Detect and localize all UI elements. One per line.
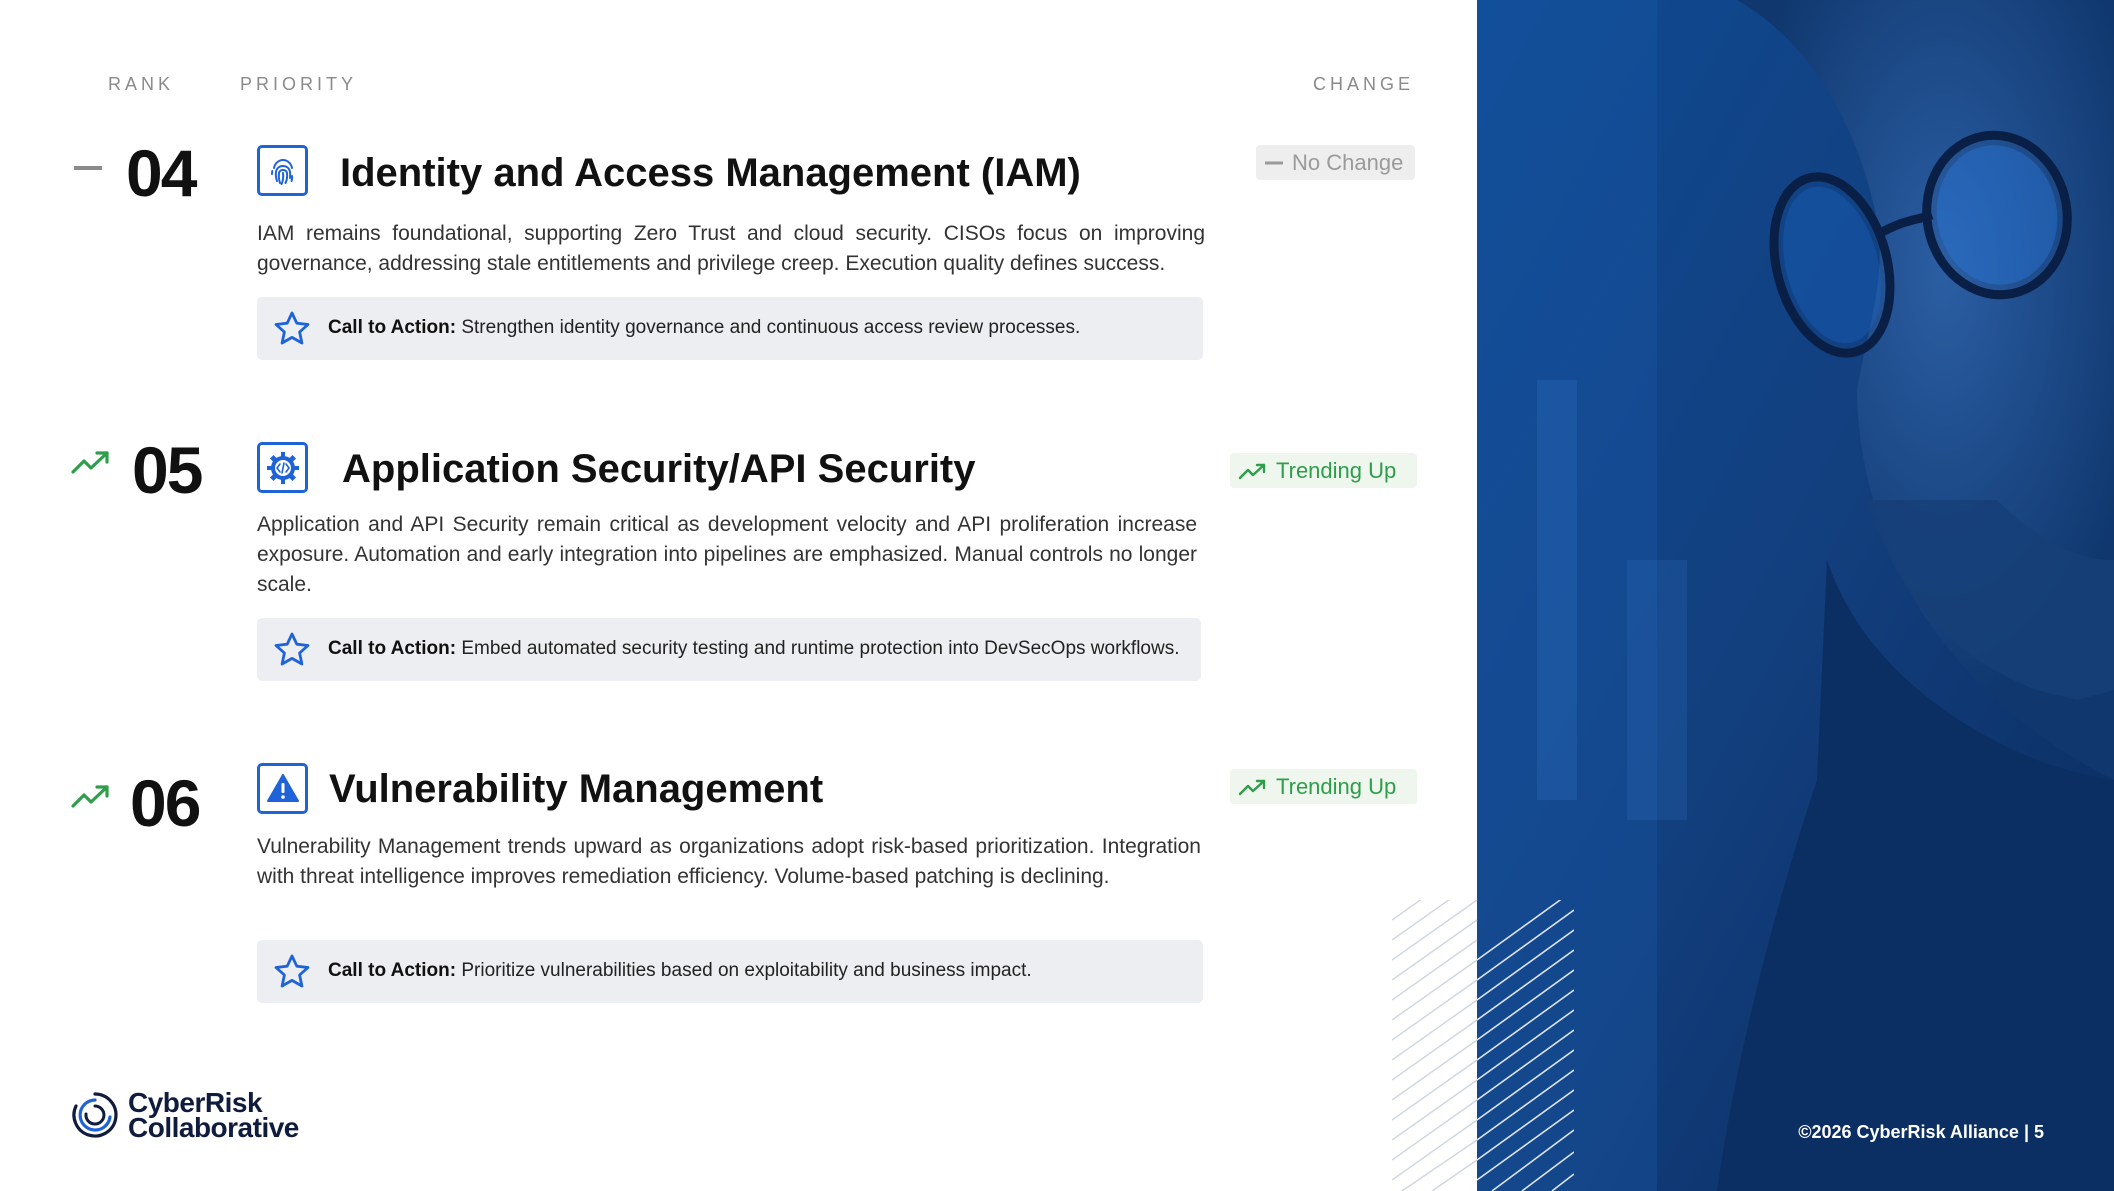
column-header-rank: RANK (108, 74, 175, 94)
change-label: Trending Up (1276, 773, 1397, 799)
call-to-action-box: Call to Action: Embed automated security… (257, 618, 1201, 681)
logo-wordmark: CyberRisk Collaborative (128, 1087, 299, 1143)
entry-description: Vulnerability Management trends upward a… (257, 835, 1201, 888)
code-gear-icon (257, 442, 308, 493)
entry-title: Identity and Access Management (IAM) (340, 151, 1081, 195)
entry-description: Application and API Security remain crit… (257, 513, 1197, 596)
cyberrisk-logo: CyberRisk Collaborative (70, 1085, 299, 1145)
diagonal-lines-decoration (1392, 900, 1574, 1191)
entry-title: Vulnerability Management (329, 767, 824, 811)
fingerprint-icon (257, 145, 308, 196)
circular-swirl-icon (72, 1092, 118, 1138)
trending-up-icon (71, 451, 109, 474)
slide: RANK PRIORITY CHANGE 04 Identity and Acc… (0, 0, 2114, 1191)
call-to-action-box: Call to Action: Strengthen identity gove… (257, 297, 1203, 360)
warning-triangle-icon (257, 763, 308, 814)
entry-description: IAM remains foundational, supporting Zer… (257, 222, 1205, 275)
trending-up-icon (1238, 779, 1266, 795)
star-icon (274, 311, 310, 345)
rank-number: 05 (132, 433, 203, 507)
star-icon (274, 632, 310, 666)
star-icon (274, 954, 310, 988)
call-to-action-text: Call to Action: Embed automated security… (328, 638, 1180, 659)
dash-icon (1265, 161, 1283, 164)
call-to-action-text: Call to Action: Prioritize vulnerabiliti… (328, 960, 1032, 981)
dash-icon (74, 166, 102, 170)
trending-up-icon (71, 785, 109, 808)
change-label: Trending Up (1276, 457, 1397, 483)
call-to-action-box: Call to Action: Prioritize vulnerabiliti… (257, 940, 1203, 1003)
content-panel: RANK PRIORITY CHANGE 04 Identity and Acc… (0, 0, 1477, 1191)
change-badge: Trending Up (1230, 769, 1417, 804)
trending-up-icon (1238, 463, 1266, 479)
change-badge: Trending Up (1230, 453, 1417, 488)
entry-title: Application Security/API Security (342, 447, 976, 491)
rank-number: 06 (130, 766, 201, 840)
column-header-priority: PRIORITY (240, 74, 358, 94)
column-header-change: CHANGE (1313, 74, 1415, 94)
copyright-footer: ©2026 CyberRisk Alliance | 5 (1798, 1122, 2044, 1142)
rank-number: 04 (126, 136, 197, 210)
change-badge: No Change (1256, 145, 1415, 180)
change-label: No Change (1292, 149, 1404, 175)
call-to-action-text: Call to Action: Strengthen identity gove… (328, 317, 1081, 338)
